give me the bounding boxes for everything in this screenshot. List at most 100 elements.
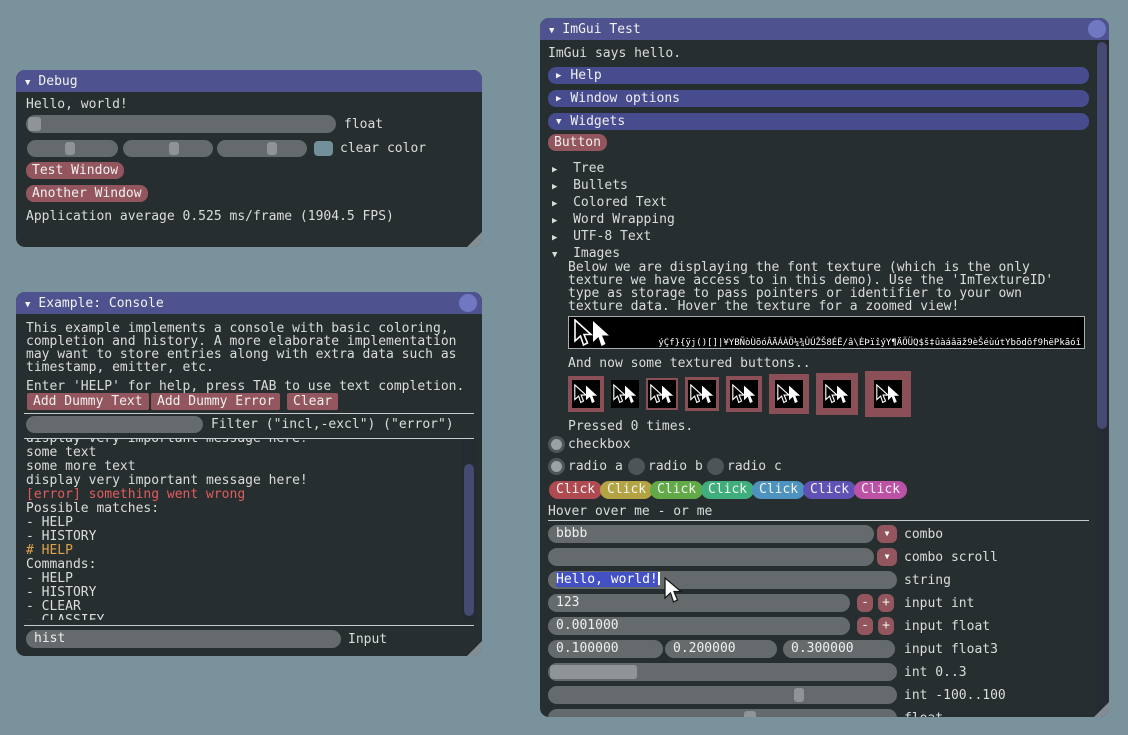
button-widget[interactable]: Button [548, 134, 607, 151]
click-button-green[interactable]: Click [650, 481, 703, 499]
tree-node-word-wrapping[interactable]: Word Wrapping [552, 213, 675, 228]
collapse-arrow-icon [556, 66, 561, 85]
int-small-slider[interactable]: 0 [548, 663, 897, 681]
float-value-slider[interactable]: 1.123 [548, 709, 897, 717]
test-titlebar[interactable]: ImGui Test [540, 18, 1109, 40]
radio-b[interactable] [628, 458, 645, 475]
checkbox[interactable] [548, 436, 565, 453]
int-input[interactable]: 123 [548, 594, 850, 612]
test-scrollbar-grab[interactable] [1097, 42, 1107, 429]
test-window-title: ImGui Test [562, 22, 640, 37]
image-button[interactable] [646, 378, 678, 410]
radio-a[interactable] [548, 458, 565, 475]
radio-c[interactable] [707, 458, 724, 475]
combo-box[interactable]: bbbb [548, 525, 874, 543]
resize-grip[interactable] [1094, 702, 1109, 717]
chevron-down-icon[interactable] [877, 525, 897, 543]
log-line-match: # HELP [26, 544, 456, 558]
plus-button[interactable]: + [878, 617, 894, 635]
combo-scroll-box[interactable] [548, 548, 874, 566]
close-icon[interactable] [1088, 20, 1106, 38]
green-slider[interactable]: G:144 [123, 140, 213, 157]
collapse-arrow-icon[interactable] [25, 296, 30, 311]
float3-input-z[interactable]: 0.300000 [783, 640, 895, 658]
resize-grip[interactable] [467, 232, 482, 247]
slider-grab[interactable] [744, 711, 756, 717]
click-button-red[interactable]: Click [549, 481, 602, 499]
slider-grab[interactable] [550, 665, 637, 679]
image-button[interactable] [769, 374, 809, 414]
another-window-button[interactable]: Another Window [26, 185, 148, 202]
add-dummy-error-button[interactable]: Add Dummy Error [151, 393, 280, 410]
tree-node-colored-text[interactable]: Colored Text [552, 196, 667, 211]
resize-grip[interactable] [467, 641, 482, 656]
close-icon[interactable] [459, 294, 477, 312]
plus-button[interactable]: + [878, 594, 894, 612]
collapse-arrow-icon[interactable] [25, 74, 30, 89]
console-command-input[interactable]: hist [26, 630, 341, 648]
blue-slider[interactable]: B:154 [217, 140, 307, 157]
tree-arrow-icon [552, 165, 557, 174]
hover-over-me-text[interactable]: Hover over me - or me [548, 505, 712, 518]
click-button-blue[interactable]: Click [752, 481, 805, 499]
console-log: display very important message here! som… [26, 439, 456, 620]
minus-button[interactable]: - [857, 594, 873, 612]
minus-button[interactable]: - [857, 617, 873, 635]
click-button-indigo[interactable]: Click [803, 481, 856, 499]
chevron-down-icon[interactable] [877, 548, 897, 566]
console-titlebar[interactable]: Example: Console [16, 292, 482, 314]
header-window-options[interactable]: Window options [548, 90, 1089, 107]
image-button[interactable] [685, 377, 719, 411]
separator [548, 520, 1089, 521]
log-line: display very important message here! [26, 474, 456, 488]
log-line: Possible matches: [26, 502, 456, 516]
console-scrollbar-grab[interactable] [464, 464, 474, 616]
debug-titlebar[interactable]: Debug [16, 70, 482, 92]
float3-input-y[interactable]: 0.200000 [665, 640, 777, 658]
click-button-magenta[interactable]: Click [854, 481, 907, 499]
header-widgets[interactable]: Widgets [548, 113, 1089, 130]
slider-grab[interactable] [794, 688, 804, 702]
tree-node-tree[interactable]: Tree [552, 162, 604, 177]
float-input[interactable]: 0.001000 [548, 617, 850, 635]
cursor-texture-icon [572, 380, 600, 408]
float-slider[interactable]: 0.000 [26, 115, 336, 133]
combo-scroll-label: combo scroll [904, 551, 998, 564]
console-scrollbar-track[interactable] [462, 439, 476, 620]
float3-input-x[interactable]: 0.100000 [548, 640, 663, 658]
tree-node-bullets[interactable]: Bullets [552, 179, 628, 194]
clear-button[interactable]: Clear [287, 393, 338, 410]
image-button[interactable] [726, 376, 762, 412]
filter-input[interactable] [26, 416, 203, 433]
click-button-yellow[interactable]: Click [600, 481, 653, 499]
filter-label: Filter ("incl,-excl") ("error") [211, 418, 454, 431]
textured-buttons-row [568, 370, 911, 418]
clear-color-label: clear color [340, 142, 426, 155]
click-button-teal[interactable]: Click [701, 481, 754, 499]
int-big-slider-label: int -100..100 [904, 689, 1006, 702]
float-slider-grab[interactable] [28, 117, 41, 131]
log-line: - HELP [26, 572, 456, 586]
console-window: Example: Console This example implements… [16, 292, 482, 656]
radio-b-label: radio b [648, 460, 703, 473]
tree-node-utf8-text[interactable]: UTF-8 Text [552, 230, 651, 245]
font-texture-image[interactable]: ýÇf}{ÿj()[]|¥YBÑòÙõóÂÄÁÀÖ¼¾ÙÚŽŠ8ÉË/â\ÈÞï… [568, 316, 1085, 349]
cursor-texture-icon [611, 380, 639, 408]
image-button[interactable] [816, 373, 858, 415]
cursor-texture-icon [688, 380, 716, 408]
clear-color-swatch[interactable] [314, 141, 333, 156]
collapse-arrow-icon[interactable] [549, 22, 554, 37]
red-slider[interactable]: R:114 [27, 140, 118, 157]
mouse-cursor-icon [661, 577, 685, 603]
test-window-button[interactable]: Test Window [26, 162, 124, 179]
image-button[interactable] [865, 371, 911, 417]
add-dummy-text-button[interactable]: Add Dummy Text [27, 393, 149, 410]
int-input-label: input int [904, 597, 974, 610]
header-help[interactable]: Help [548, 67, 1089, 84]
int-big-slider[interactable]: 42 [548, 686, 897, 704]
string-input[interactable]: Hello, world! [548, 571, 897, 589]
image-button[interactable] [611, 380, 639, 408]
test-scrollbar-track[interactable] [1096, 40, 1108, 717]
log-line: - CLASSIFY [26, 614, 456, 620]
image-button[interactable] [568, 376, 604, 412]
